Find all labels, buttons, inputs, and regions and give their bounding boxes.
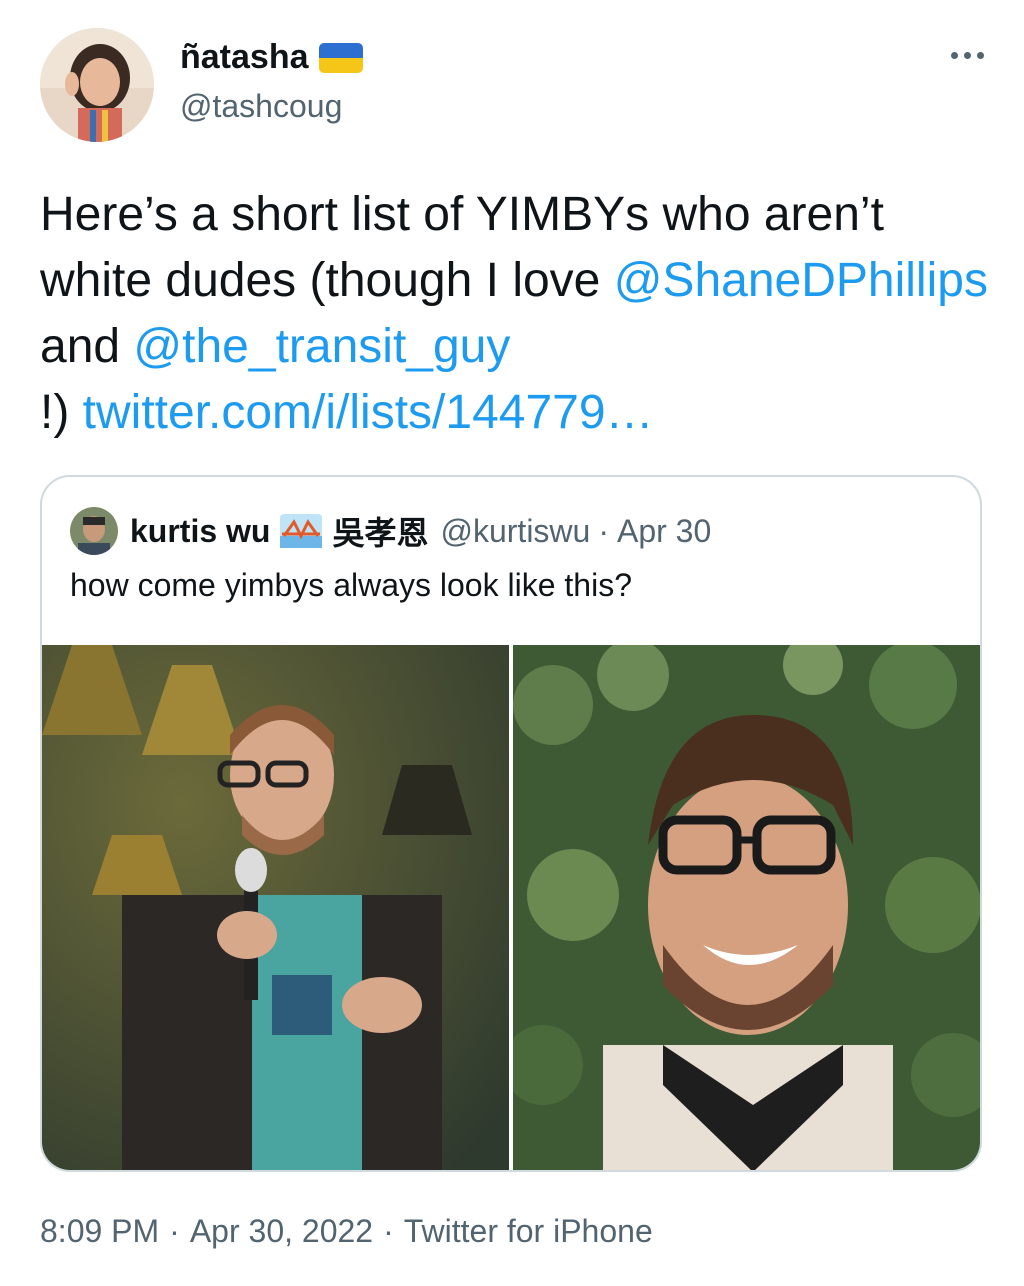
url-link[interactable]: twitter.com/i/lists/144779… [83,386,654,439]
author-handle[interactable]: @tashcoug [180,88,342,125]
photo-left[interactable] [42,645,509,1170]
quoted-author-cjk-name: 吳孝恩 [332,514,429,552]
tweet-timestamp[interactable]: 8:09 PM · Apr 30, 2022 · Twitter for iPhone [40,1213,653,1250]
photo-right[interactable] [513,645,980,1170]
quoted-author-avatar[interactable] [70,507,118,555]
bridge-at-sunrise-icon [280,514,323,548]
tweet-text: Here’s a short list of YIMBYs who aren’t… [40,182,1000,446]
meta-separator: · [598,512,609,549]
tweet-source[interactable]: Twitter for iPhone [404,1213,653,1249]
quoted-tweet-card[interactable]: kurtis wu 吳孝恩 @kurtiswu · Apr 30 how com… [40,475,982,1172]
author-display-name[interactable]: ñatasha [180,38,363,77]
ukraine-flag-icon [318,42,363,73]
footer-separator: · [169,1213,180,1249]
footer-separator: · [383,1213,394,1249]
tweet-text-part: !) [40,386,83,439]
author-avatar[interactable] [40,28,154,142]
quoted-author-handle[interactable]: @kurtiswu [440,513,590,550]
quoted-tweet-header: kurtis wu 吳孝恩 @kurtiswu · Apr 30 [70,507,711,555]
tweet-time: 8:09 PM [40,1213,160,1249]
tweet-text-part: and [40,320,134,373]
author-name-text: ñatasha [180,38,309,76]
tweet-date: Apr 30, 2022 [189,1213,374,1249]
mention-link[interactable]: @ShaneDPhillips [614,254,988,307]
quoted-author-name[interactable]: kurtis wu [130,513,270,550]
more-options-icon[interactable] [951,52,984,59]
quoted-tweet-media [42,645,980,1170]
quoted-tweet-date[interactable]: Apr 30 [617,513,711,550]
mention-link[interactable]: @the_transit_guy [133,320,510,373]
quoted-tweet-text: how come yimbys always look like this? [70,567,632,603]
